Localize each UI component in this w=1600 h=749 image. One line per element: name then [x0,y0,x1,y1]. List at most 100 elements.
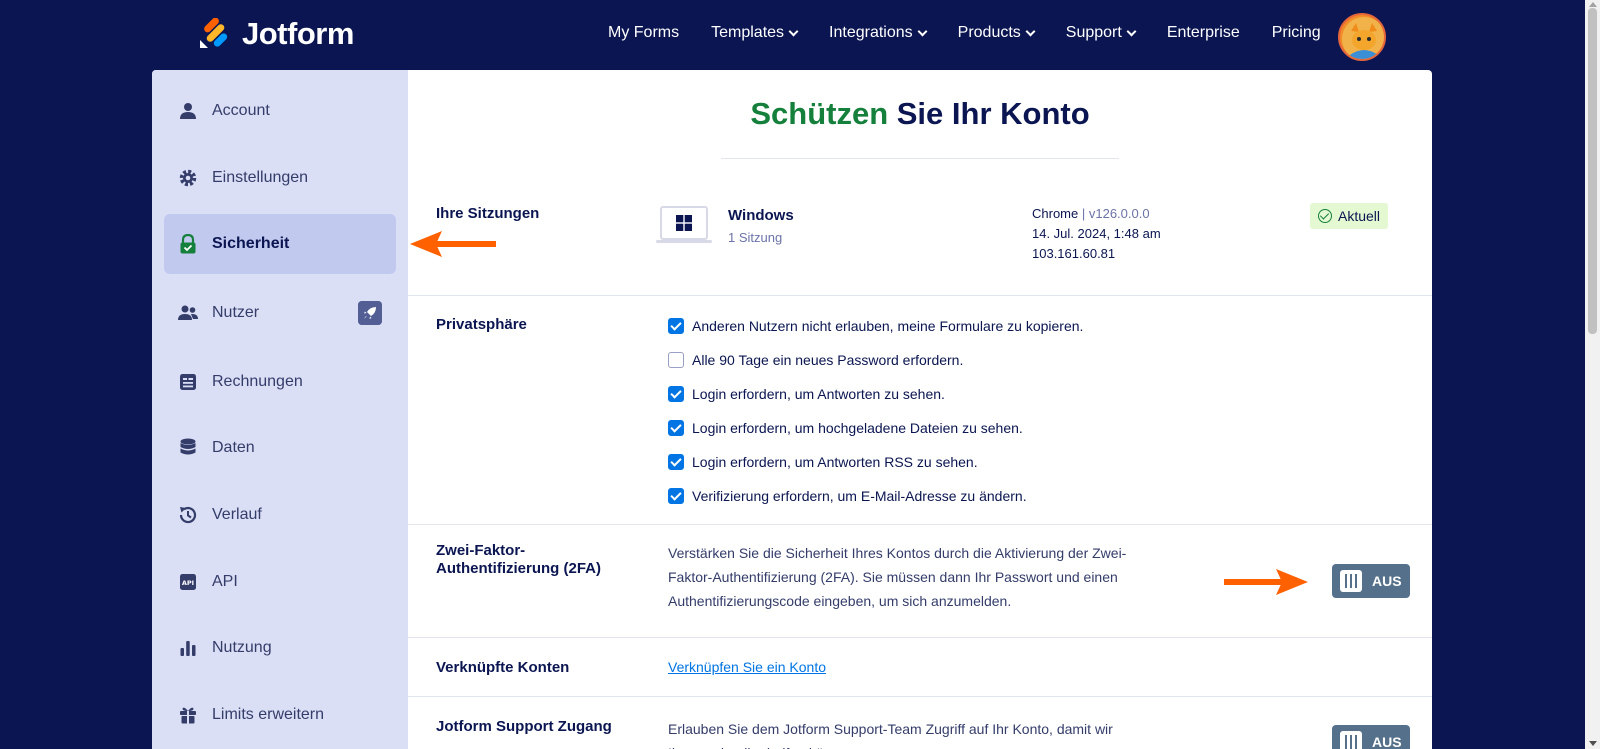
privacy-checkbox[interactable] [668,454,684,470]
settings-sidebar: Account Einstellungen Sicherheit Nutzer Rech… [152,70,408,749]
annotation-arrow-right [1224,569,1308,595]
sidebar-item-limits-erweitern[interactable]: Limits erweitern [164,685,396,745]
page-scrollbar[interactable] [1585,0,1600,749]
privacy-checkbox[interactable] [668,488,684,504]
sidebar-item-label: Sicherheit [212,235,290,252]
user-icon [178,101,198,121]
sidebar-item-nutzung[interactable]: Nutzung [164,618,396,678]
sidebar-item-api[interactable]: API API [164,552,396,612]
gear-icon [178,168,198,188]
scroll-down-arrow-icon[interactable] [1589,741,1597,746]
settings-panel: Account Einstellungen Sicherheit Nutzer Rech… [152,70,1432,749]
gift-icon [178,705,198,725]
nav-item-label: Support [1065,24,1122,41]
privacy-checkbox[interactable] [668,352,684,368]
twofa-toggle-label: AUS [1372,573,1402,589]
privacy-checkbox[interactable] [668,318,684,334]
windows-device-icon [660,206,708,240]
annotation-arrow-left [410,231,496,257]
twofa-label-line1: Zwei-Faktor- [436,542,526,559]
sidebar-item-label: API [212,573,238,590]
toggle-knob [1340,570,1362,592]
invoice-icon [178,372,198,392]
title-divider [721,158,1119,159]
section-divider [408,696,1432,697]
support-toggle-label: AUS [1372,734,1402,749]
privacy-option-label: Login erfordern, um Antworten RSS zu seh… [692,454,978,470]
linked-accounts-label: Verknüpfte Konten [436,659,570,676]
privacy-option: Login erfordern, um Antworten zu sehen. [668,386,945,402]
sidebar-item-account[interactable]: Account [164,81,396,141]
page-title: Schützen Sie Ihr Konto [408,96,1432,132]
privacy-checkbox[interactable] [668,420,684,436]
twofa-label-line2: Authentifizierung (2FA) [436,560,601,577]
nav-item-integrations[interactable]: Integrations [829,24,928,42]
sidebar-item-sicherheit[interactable]: Sicherheit [164,214,396,274]
nav-item-products[interactable]: Products [957,24,1036,42]
page-title-rest: Sie Ihr Konto [888,96,1090,131]
nav-item-templates[interactable]: Templates [711,24,799,42]
top-navigation-bar: Jotform My Forms Templates Integrations Pro… [0,0,1585,70]
api-icon: API [178,572,198,592]
jotform-logo-icon [198,17,230,50]
twofa-description: Verstärken Sie die Sicherheit Ihres Kont… [668,545,1127,609]
privacy-option: Verifizierung erfordern, um E-Mail-Adres… [668,488,1027,504]
chevron-down-icon [1126,26,1137,36]
support-access-description: Erlauben Sie dem Jotform Support-Team Zu… [668,721,1113,749]
device-base [656,240,712,243]
page-title-highlight: Schützen [750,96,889,131]
jotform-logo[interactable]: Jotform [198,16,354,52]
sidebar-item-label: Nutzung [212,639,272,656]
privacy-option-label: Alle 90 Tage ein neues Password erforder… [692,352,964,368]
sidebar-item-label: Daten [212,439,255,456]
sidebar-item-verlauf[interactable]: Verlauf [164,485,396,545]
bar-chart-icon [178,638,198,658]
sidebar-item-label: Einstellungen [212,169,309,186]
sidebar-item-nutzer[interactable]: Nutzer [164,283,396,343]
rocket-icon [358,301,382,325]
sidebar-item-einstellungen[interactable]: Einstellungen [164,148,396,208]
sessions-label: Ihre Sitzungen [436,205,540,222]
nav-item-label: Pricing [1271,24,1321,41]
section-divider [408,637,1432,638]
session-separator: | [1078,206,1089,221]
privacy-option: Login erfordern, um Antworten RSS zu seh… [668,454,978,470]
toggle-knob [1340,731,1362,749]
sidebar-item-daten[interactable]: Daten [164,418,396,478]
privacy-option: Login erfordern, um hochgeladene Dateien… [668,420,1023,436]
support-access-label: Jotform Support Zugang [436,718,612,735]
chevron-down-icon [788,26,799,36]
nav-item-pricing[interactable]: Pricing [1272,24,1321,42]
nav-item-my-forms[interactable]: My Forms [608,24,679,42]
privacy-option-label: Login erfordern, um Antworten zu sehen. [692,386,945,402]
privacy-option-label: Verifizierung erfordern, um E-Mail-Adres… [692,488,1027,504]
users-icon [178,303,198,323]
privacy-checkbox[interactable] [668,386,684,402]
twofa-toggle[interactable]: AUS [1332,564,1410,598]
brand-name: Jotform [242,16,354,51]
nav-item-enterprise[interactable]: Enterprise [1167,24,1240,42]
history-icon [178,505,198,525]
nav-item-label: Products [957,24,1021,41]
session-count: 1 Sitzung [728,230,783,245]
twofa-label: Zwei-Faktor- Authentifizierung (2FA) [436,542,601,578]
link-account-link[interactable]: Verknüpfen Sie ein Konto [668,659,826,675]
session-ip: 103.161.60.81 [1032,246,1116,261]
privacy-option: Anderen Nutzern nicht erlauben, meine Fo… [668,318,1083,334]
sidebar-item-label: Rechnungen [212,373,303,390]
privacy-option: Alle 90 Tage ein neues Password erforder… [668,352,963,368]
session-os: Windows [728,207,794,224]
support-access-toggle[interactable]: AUS [1332,725,1410,749]
user-avatar[interactable] [1338,13,1386,61]
scroll-thumb[interactable] [1588,8,1597,334]
sidebar-item-rechnungen[interactable]: Rechnungen [164,352,396,412]
section-divider [408,524,1432,525]
sidebar-item-label: Limits erweitern [212,706,325,723]
nav-item-label: My Forms [608,24,680,41]
security-content: Schützen Sie Ihr Konto Ihre Sitzungen Wi… [408,70,1432,749]
session-browser-name: Chrome [1032,206,1079,221]
lock-icon [178,234,198,254]
scroll-up-arrow-icon[interactable] [1589,2,1597,7]
svg-text:API: API [182,579,194,587]
nav-item-support[interactable]: Support [1065,24,1137,42]
